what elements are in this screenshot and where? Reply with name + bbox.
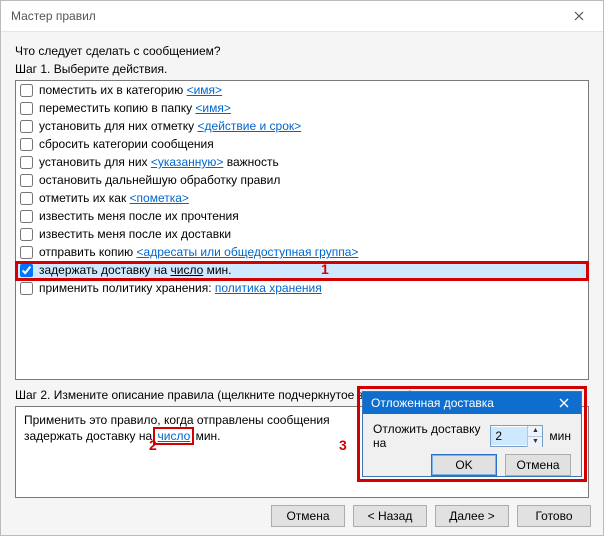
wizard-footer: Отмена < Назад Далее > Готово [271, 505, 591, 527]
action-link[interactable]: <указанную> [151, 155, 224, 169]
deferred-delivery-dialog: Отложенная доставка Отложить доставку на… [362, 391, 582, 477]
action-checkbox[interactable] [20, 120, 33, 133]
action-checkbox[interactable] [20, 192, 33, 205]
finish-button[interactable]: Готово [517, 505, 591, 527]
action-row[interactable]: переместить копию в папку <имя> [16, 99, 588, 117]
action-row[interactable]: остановить дальнейшую обработку правил [16, 171, 588, 189]
action-link[interactable]: <действие и срок> [198, 119, 302, 133]
titlebar: Мастер правил [1, 1, 603, 32]
action-label: известить меня после их доставки [39, 227, 231, 241]
spinner-up-button[interactable]: ▲ [528, 426, 542, 437]
action-link[interactable]: число [170, 263, 203, 277]
next-button[interactable]: Далее > [435, 505, 509, 527]
action-checkbox[interactable] [20, 84, 33, 97]
action-label: отправить копию <адресаты или общедоступ… [39, 245, 358, 259]
action-link[interactable]: <адресаты или общедоступная группа> [137, 245, 359, 259]
action-link[interactable]: <имя> [195, 101, 230, 115]
desc-number-link[interactable]: число [153, 427, 194, 445]
action-link[interactable]: <имя> [187, 83, 222, 97]
action-label: установить для них отметку <действие и с… [39, 119, 301, 133]
dialog-title: Отложенная доставка [371, 396, 494, 410]
action-row[interactable]: поместить их в категорию <имя> [16, 81, 588, 99]
action-row[interactable]: сбросить категории сообщения [16, 135, 588, 153]
action-label: применить политику хранения: политика хр… [39, 281, 322, 295]
action-label: установить для них <указанную> важность [39, 155, 279, 169]
dialog-cancel-button[interactable]: Отмена [505, 454, 571, 476]
action-label: задержать доставку на число мин. [39, 263, 232, 277]
action-checkbox[interactable] [20, 264, 33, 277]
action-link[interactable]: политика хранения [215, 281, 322, 295]
close-icon [559, 398, 569, 408]
actions-listbox[interactable]: поместить их в категорию <имя> переместит… [15, 80, 589, 380]
action-row[interactable]: отправить копию <адресаты или общедоступ… [16, 243, 588, 261]
action-checkbox[interactable] [20, 174, 33, 187]
action-row[interactable]: установить для них отметку <действие и с… [16, 117, 588, 135]
action-row[interactable]: задержать доставку на число мин. [16, 261, 588, 279]
action-checkbox[interactable] [20, 282, 33, 295]
minutes-spinner[interactable]: ▲ ▼ [490, 425, 543, 447]
annotation-highlight-dialog: Отложенная доставка Отложить доставку на… [357, 386, 587, 482]
dialog-body-pre: Отложить доставку на [373, 422, 484, 450]
action-row[interactable]: известить меня после их доставки [16, 225, 588, 243]
action-label: отметить их как <пометка> [39, 191, 189, 205]
step1-question: Что следует сделать с сообщением? [15, 44, 589, 58]
rules-wizard-window: Мастер правил Что следует сделать с сооб… [0, 0, 604, 536]
action-checkbox[interactable] [20, 228, 33, 241]
action-row[interactable]: применить политику хранения: политика хр… [16, 279, 588, 297]
action-label: переместить копию в папку <имя> [39, 101, 231, 115]
window-title: Мастер правил [11, 9, 96, 23]
action-row[interactable]: установить для них <указанную> важность [16, 153, 588, 171]
dialog-body-post: мин [549, 429, 571, 443]
action-row[interactable]: известить меня после их прочтения [16, 207, 588, 225]
step1-label: Шаг 1. Выберите действия. [15, 62, 589, 76]
dialog-titlebar: Отложенная доставка [363, 392, 581, 414]
action-link[interactable]: <пометка> [130, 191, 189, 205]
window-close-button[interactable] [559, 2, 599, 30]
dialog-close-button[interactable] [549, 392, 579, 414]
action-label: сбросить категории сообщения [39, 137, 214, 151]
minutes-input[interactable] [491, 427, 527, 445]
action-label: остановить дальнейшую обработку правил [39, 173, 280, 187]
close-icon [574, 11, 584, 21]
dialog-ok-button[interactable]: OK [431, 454, 497, 476]
action-checkbox[interactable] [20, 210, 33, 223]
action-row[interactable]: отметить их как <пометка> [16, 189, 588, 207]
back-button[interactable]: < Назад [353, 505, 427, 527]
action-label: поместить их в категорию <имя> [39, 83, 222, 97]
spinner-down-button[interactable]: ▼ [528, 437, 542, 447]
action-checkbox[interactable] [20, 138, 33, 151]
action-label: известить меня после их прочтения [39, 209, 239, 223]
action-checkbox[interactable] [20, 156, 33, 169]
action-checkbox[interactable] [20, 246, 33, 259]
cancel-button[interactable]: Отмена [271, 505, 345, 527]
action-checkbox[interactable] [20, 102, 33, 115]
